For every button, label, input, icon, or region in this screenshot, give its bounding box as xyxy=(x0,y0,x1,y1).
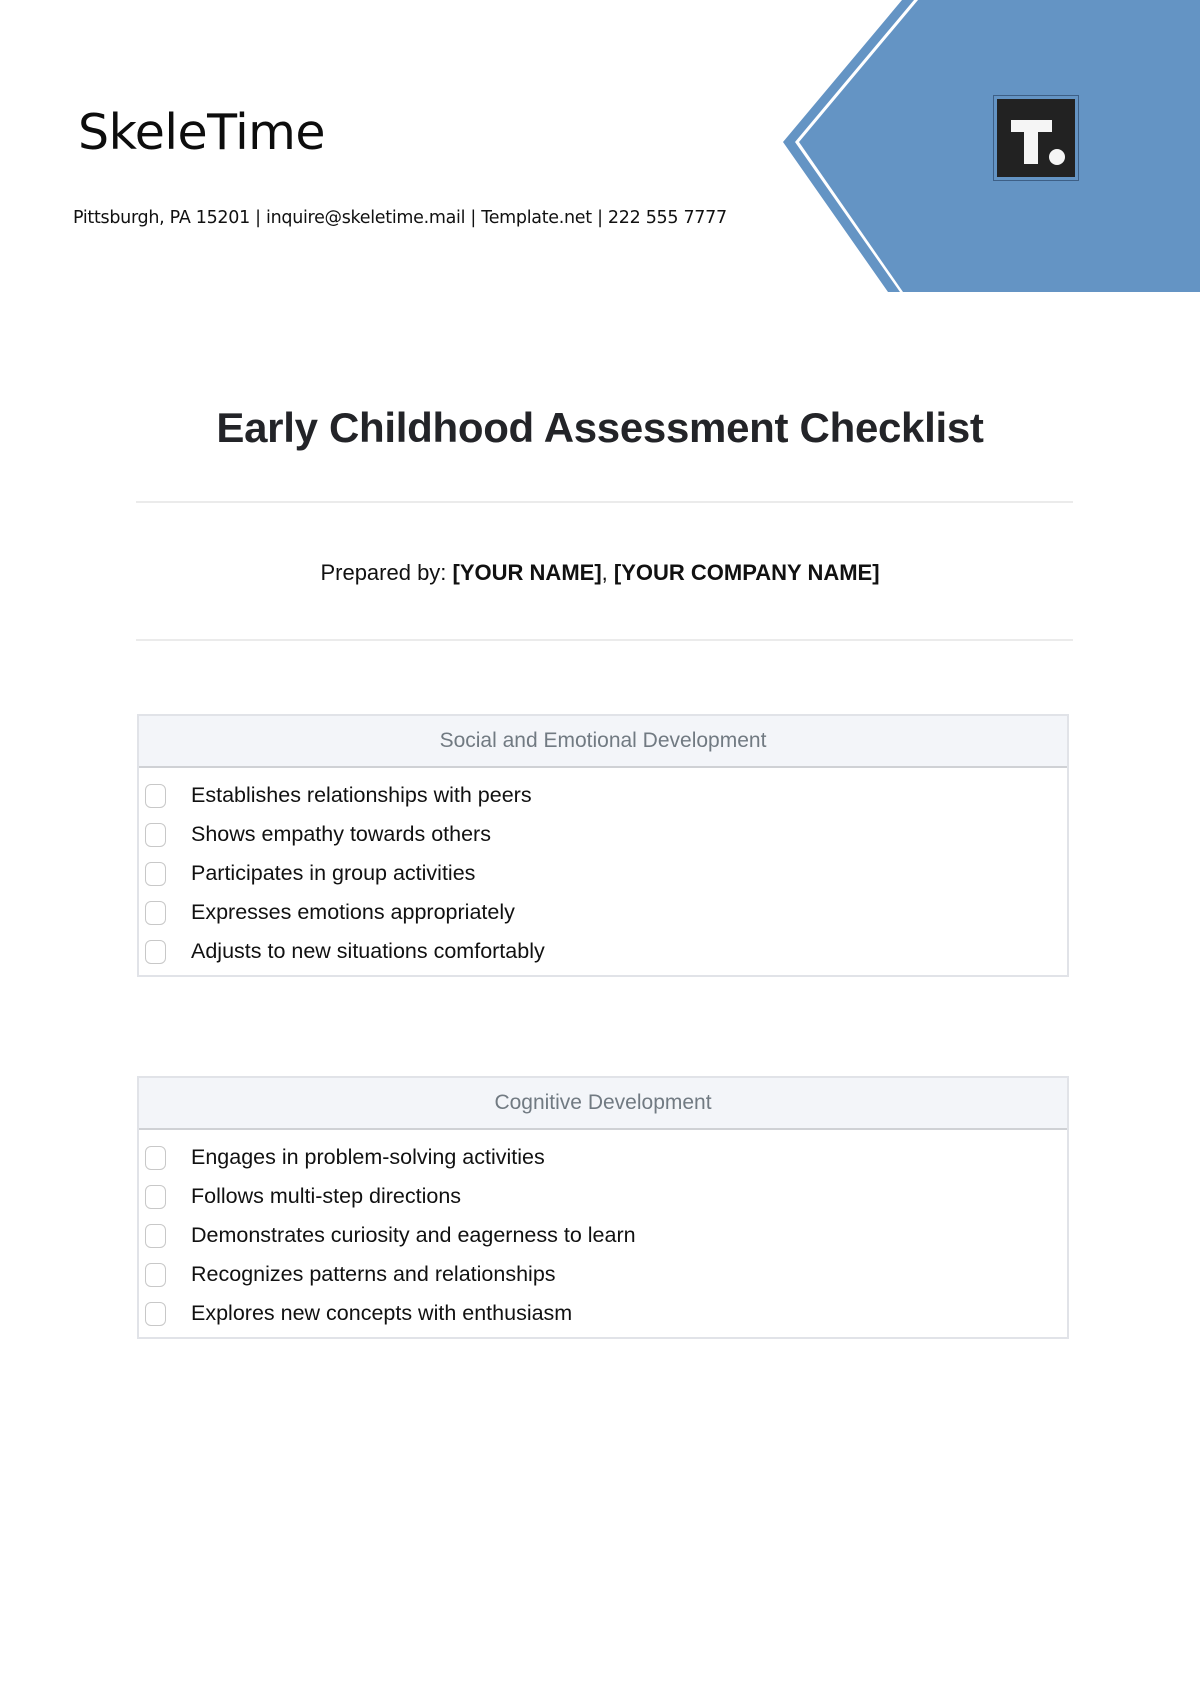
divider-top xyxy=(136,501,1073,503)
checkbox[interactable] xyxy=(145,783,166,808)
prepared-by-name: [YOUR NAME] xyxy=(452,560,602,585)
template-logo-icon xyxy=(993,95,1079,181)
checkbox[interactable] xyxy=(145,822,166,847)
checklist-item[interactable]: Shows empathy towards others xyxy=(139,815,1067,854)
prepared-by-separator: , xyxy=(601,560,608,585)
section-header: Social and Emotional Development xyxy=(139,716,1067,768)
checklist-item[interactable]: Establishes relationships with peers xyxy=(139,776,1067,815)
logo-dot xyxy=(1049,149,1065,165)
checkbox[interactable] xyxy=(145,1262,166,1287)
checkbox[interactable] xyxy=(145,1184,166,1209)
checklist-item[interactable]: Participates in group activities xyxy=(139,854,1067,893)
checklist-item[interactable]: Demonstrates curiosity and eagerness to … xyxy=(139,1216,1067,1255)
checkbox[interactable] xyxy=(145,1223,166,1248)
checkbox[interactable] xyxy=(145,861,166,886)
checklist-section-cognitive: Cognitive Development Engages in problem… xyxy=(137,1076,1069,1339)
company-contact-info: Pittsburgh, PA 15201 | inquire@skeletime… xyxy=(73,208,727,228)
section-header: Cognitive Development xyxy=(139,1078,1067,1130)
checklist-items: Engages in problem-solving activities Fo… xyxy=(139,1130,1067,1337)
checklist-item-label: Establishes relationships with peers xyxy=(191,783,532,807)
logo-t-stem xyxy=(1024,120,1038,164)
checklist-item[interactable]: Adjusts to new situations comfortably xyxy=(139,932,1067,971)
checklist-item-label: Participates in group activities xyxy=(191,861,476,885)
checklist-item[interactable]: Follows multi-step directions xyxy=(139,1177,1067,1216)
checklist-item[interactable]: Engages in problem-solving activities xyxy=(139,1138,1067,1177)
prepared-by-company: [YOUR COMPANY NAME] xyxy=(613,560,880,585)
document-title: Early Childhood Assessment Checklist xyxy=(216,404,984,451)
checklist-items: Establishes relationships with peers Sho… xyxy=(139,768,1067,975)
checkbox[interactable] xyxy=(145,1145,166,1170)
checklist-item[interactable]: Recognizes patterns and relationships xyxy=(139,1255,1067,1294)
checklist-item-label: Follows multi-step directions xyxy=(191,1184,462,1208)
checklist-item-label: Adjusts to new situations comfortably xyxy=(191,939,545,963)
checklist-item-label: Expresses emotions appropriately xyxy=(191,900,515,924)
checklist-item-label: Demonstrates curiosity and eagerness to … xyxy=(191,1223,636,1247)
checklist-section-social-emotional: Social and Emotional Development Establi… xyxy=(137,714,1069,977)
checklist-item-label: Shows empathy towards others xyxy=(191,822,491,846)
company-name: SkeleTime xyxy=(78,104,326,161)
logo-background xyxy=(997,99,1075,177)
checklist-item-label: Explores new concepts with enthusiasm xyxy=(191,1301,573,1325)
checkbox[interactable] xyxy=(145,900,166,925)
checklist-item[interactable]: Explores new concepts with enthusiasm xyxy=(139,1294,1067,1333)
prepared-by-label: Prepared by: xyxy=(320,560,447,585)
divider-bottom xyxy=(136,639,1073,641)
checklist-item-label: Engages in problem-solving activities xyxy=(191,1145,545,1169)
checklist-item[interactable]: Expresses emotions appropriately xyxy=(139,893,1067,932)
checkbox[interactable] xyxy=(145,939,166,964)
prepared-by-line: Prepared by: [YOUR NAME], [YOUR COMPANY … xyxy=(0,560,1200,586)
checklist-item-label: Recognizes patterns and relationships xyxy=(191,1262,556,1286)
checkbox[interactable] xyxy=(145,1301,166,1326)
